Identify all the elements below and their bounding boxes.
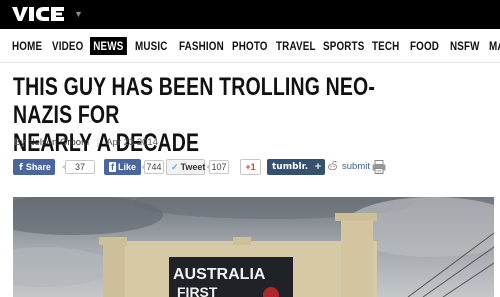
chevron-down-icon[interactable]: ▼ bbox=[74, 9, 83, 19]
social-share-bar: f Share 37 f Like 744 ✓ Tweet 107 +1 tumblr… bbox=[13, 159, 493, 176]
facebook-icon: f bbox=[19, 163, 23, 173]
google-plus-button[interactable]: +1 bbox=[240, 159, 261, 175]
nav-item-fashion[interactable]: FASHION bbox=[179, 39, 224, 53]
tumblr-button[interactable]: tumblr. + bbox=[267, 159, 325, 175]
facebook-share-button[interactable]: f Share bbox=[13, 159, 55, 175]
sign-text-partial: FIRST bbox=[177, 284, 218, 297]
tumblr-label: tumblr. bbox=[272, 162, 309, 172]
nav-item-tech[interactable]: TECH bbox=[372, 39, 399, 53]
nav-item-news[interactable]: NEWS bbox=[90, 37, 127, 55]
nav-item-music[interactable]: MUSIC bbox=[135, 39, 168, 53]
facebook-share-count: 37 bbox=[62, 160, 95, 174]
tweet-label: Tweet bbox=[180, 162, 206, 172]
nav-item-photo[interactable]: PHOTO bbox=[232, 39, 268, 53]
byline-divider: | bbox=[96, 137, 100, 148]
nav-item-home[interactable]: HOME bbox=[12, 39, 42, 53]
nav-item-more[interactable]: MA bbox=[489, 39, 500, 53]
vice-logo-icon[interactable] bbox=[10, 5, 70, 23]
tweet-count: 107 bbox=[206, 160, 229, 174]
facebook-share-label: Share bbox=[25, 162, 51, 172]
sign-text: AUSTRALIA bbox=[173, 266, 266, 283]
print-icon[interactable] bbox=[371, 159, 387, 175]
twitter-bird-icon: ✓ bbox=[171, 162, 179, 172]
section-nav: HOME VIDEO NEWS MUSIC FASHION PHOTO TRAV… bbox=[0, 29, 500, 63]
nav-item-video[interactable]: VIDEO bbox=[52, 39, 83, 53]
facebook-like-label: Like bbox=[118, 162, 137, 172]
nav-item-nsfw[interactable]: NSFW bbox=[450, 39, 480, 53]
facebook-icon: f bbox=[109, 162, 116, 172]
nav-item-food[interactable]: FOOD bbox=[410, 39, 439, 53]
facebook-like-count: 744 bbox=[141, 160, 164, 174]
tweet-button[interactable]: ✓ Tweet bbox=[166, 159, 205, 175]
reddit-alien-icon bbox=[328, 160, 337, 171]
headline-line-1: THIS GUY HAS BEEN TROLLING NEO-NAZIS FOR bbox=[13, 73, 376, 129]
hero-photo-image: AUSTRALIA FIRST bbox=[13, 197, 494, 297]
nav-item-travel[interactable]: TRAVEL bbox=[276, 39, 316, 53]
top-bar: ▼ bbox=[0, 0, 500, 29]
publish-date: Apr 23 2014 bbox=[106, 137, 158, 148]
tumblr-plus-icon: + bbox=[314, 162, 322, 172]
reddit-submit-link[interactable]: submit bbox=[327, 160, 370, 172]
byline-prefix: By bbox=[14, 137, 26, 148]
nav-item-sports[interactable]: SPORTS bbox=[323, 39, 364, 53]
article-hero-photo: AUSTRALIA FIRST bbox=[13, 197, 494, 297]
author-link[interactable]: Nelson Groom bbox=[28, 137, 89, 148]
facebook-like-button[interactable]: f Like bbox=[104, 159, 141, 175]
byline: By Nelson Groom | Apr 23 2014 bbox=[14, 137, 158, 148]
submit-label: submit bbox=[342, 161, 370, 172]
